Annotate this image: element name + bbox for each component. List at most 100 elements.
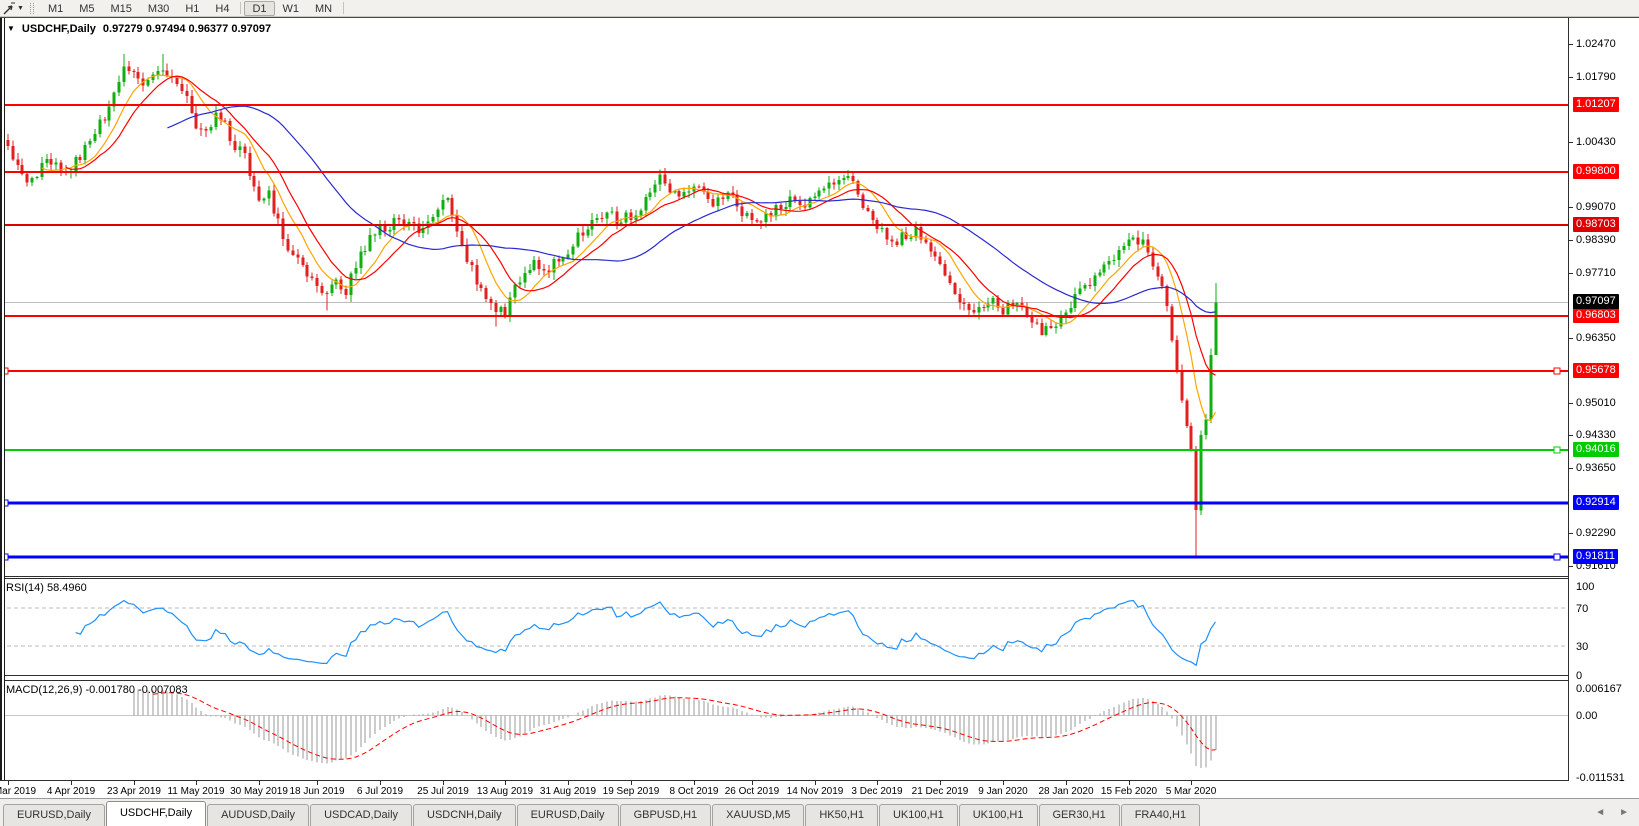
- rsi-label: RSI(14) 58.4960: [6, 582, 87, 594]
- chart-tab-xauusd-m5[interactable]: XAUUSD,M5: [712, 804, 804, 826]
- tab-scroll-controls: ◄►: [1595, 807, 1639, 818]
- rsi-panel[interactable]: RSI(14) 58.4960: [0, 579, 1568, 675]
- axis-tick-mark: [1569, 207, 1573, 208]
- chart-tab-ger30-h1[interactable]: GER30,H1: [1039, 804, 1120, 826]
- timeframe-button-h4[interactable]: H4: [207, 1, 237, 16]
- date-label: 13 Aug 2019: [469, 786, 541, 797]
- chart-tab-hk50-h1[interactable]: HK50,H1: [805, 804, 878, 826]
- date-tick-mark: [815, 781, 816, 785]
- line-drag-handle[interactable]: [1554, 554, 1560, 560]
- date-label: 3 Dec 2019: [841, 786, 913, 797]
- chart-ohlc-values: 0.97279 0.97494 0.96377 0.97097: [103, 23, 271, 35]
- axis-tick-mark: [1569, 273, 1573, 274]
- price-chart-panel[interactable]: ▼ USDCHF,Daily 0.97279 0.97494 0.96377 0…: [0, 18, 1568, 576]
- chart-tab-eurusd-daily[interactable]: EURUSD,Daily: [517, 804, 619, 826]
- level-price-label: 0.94016: [1573, 442, 1619, 457]
- axis-tick-mark: [1569, 468, 1573, 469]
- date-tick-mark: [877, 781, 878, 785]
- rsi-scale-label: 30: [1576, 640, 1588, 654]
- price-tick-label: 0.96350: [1576, 331, 1616, 345]
- chart-tab-usdchf-daily[interactable]: USDCHF,Daily: [106, 801, 206, 826]
- toolbar-grip[interactable]: [30, 3, 34, 14]
- chart-window: ▼ USDCHF,Daily 0.97279 0.97494 0.96377 0…: [0, 17, 1639, 798]
- axis-tick-mark: [1569, 533, 1573, 534]
- date-label: 11 May 2019: [160, 786, 232, 797]
- level-price-label: 0.91811: [1573, 549, 1618, 564]
- panel-divider[interactable]: [0, 675, 1569, 681]
- date-tick-mark: [940, 781, 941, 785]
- top-toolbar: ▼ M1M5M15M30H1H4 D1W1MN: [0, 0, 1639, 17]
- chart-tab-bar: EURUSD,DailyUSDCHF,DailyAUDUSD,DailyUSDC…: [0, 798, 1639, 826]
- price-tick-label: 1.01790: [1576, 70, 1616, 84]
- tab-scroll-left-icon[interactable]: ◄: [1595, 807, 1605, 818]
- timeframe-button-d1[interactable]: D1: [244, 1, 274, 16]
- chart-symbol-label: USDCHF,Daily: [22, 23, 96, 35]
- date-label: 6 Jul 2019: [344, 786, 416, 797]
- date-tick-mark: [196, 781, 197, 785]
- rsi-scale-label: 0: [1576, 669, 1582, 683]
- price-axis[interactable]: 1.024701.017901.004300.990700.983900.977…: [1568, 18, 1639, 780]
- timeframe-button-h1[interactable]: H1: [177, 1, 207, 16]
- date-label: 5 Mar 2020: [1155, 786, 1227, 797]
- date-tick-mark: [1003, 781, 1004, 785]
- axis-tick-mark: [1569, 142, 1573, 143]
- axis-tick-mark: [1569, 338, 1573, 339]
- price-tick-label: 0.98390: [1576, 233, 1616, 247]
- chart-tab-gbpusd-h1[interactable]: GBPUSD,H1: [620, 804, 712, 826]
- axis-tick-mark: [1569, 240, 1573, 241]
- panel-divider[interactable]: [0, 576, 1569, 579]
- timeframe-button-mn[interactable]: MN: [307, 1, 340, 16]
- timeframe-button-w1[interactable]: W1: [275, 1, 308, 16]
- date-label: 21 Dec 2019: [904, 786, 976, 797]
- chart-tab-usdcnh-daily[interactable]: USDCNH,Daily: [413, 804, 516, 826]
- level-price-label: 0.96803: [1573, 308, 1619, 323]
- candlestick-chart[interactable]: [0, 18, 1568, 576]
- date-tick-mark: [134, 781, 135, 785]
- price-tick-label: 1.00430: [1576, 135, 1616, 149]
- chart-tab-audusd-daily[interactable]: AUDUSD,Daily: [207, 804, 309, 826]
- chart-tab-uk100-h1[interactable]: UK100,H1: [959, 804, 1038, 826]
- toolbar-separator: [240, 2, 241, 14]
- chart-tab-uk100-h1[interactable]: UK100,H1: [879, 804, 958, 826]
- window-left-frame: [0, 18, 5, 780]
- macd-plot[interactable]: [0, 681, 1568, 780]
- axis-tick-mark: [1569, 435, 1573, 436]
- date-tick-mark: [317, 781, 318, 785]
- price-tick-label: 0.93650: [1576, 461, 1616, 475]
- level-price-label: 0.98703: [1573, 217, 1619, 232]
- last-price-label: 0.97097: [1573, 294, 1619, 309]
- chart-tab-eurusd-daily[interactable]: EURUSD,Daily: [3, 804, 105, 826]
- date-axis[interactable]: 16 Mar 20194 Apr 201923 Apr 201911 May 2…: [0, 781, 1639, 799]
- line-drag-handle[interactable]: [1554, 447, 1560, 453]
- date-tick-mark: [8, 781, 9, 785]
- dropdown-caret-icon[interactable]: ▼: [17, 5, 24, 12]
- candlesticks: [7, 54, 1218, 556]
- date-label: 19 Sep 2019: [595, 786, 667, 797]
- timeframe-button-m30[interactable]: M30: [140, 1, 177, 16]
- chart-tab-usdcad-daily[interactable]: USDCAD,Daily: [310, 804, 412, 826]
- macd-scale-label: -0.011531: [1576, 771, 1625, 785]
- timeframe-button-m15[interactable]: M15: [103, 1, 140, 16]
- macd-panel[interactable]: MACD(12,26,9) -0.001780 -0.007083: [0, 681, 1568, 780]
- date-label: 26 Oct 2019: [716, 786, 788, 797]
- date-tick-mark: [380, 781, 381, 785]
- draw-tool-icon[interactable]: [1, 1, 17, 16]
- tab-scroll-right-icon[interactable]: ►: [1619, 807, 1629, 818]
- axis-tick-mark: [1569, 403, 1573, 404]
- date-tick-mark: [71, 781, 72, 785]
- axis-tick-mark: [1569, 566, 1573, 567]
- timeframe-button-m5[interactable]: M5: [71, 1, 102, 16]
- rsi-scale-label: 100: [1576, 580, 1594, 594]
- macd-scale-label: 0.00: [1576, 709, 1597, 723]
- collapse-triangle-icon[interactable]: ▼: [7, 24, 15, 34]
- toolbar-separator: [343, 2, 344, 14]
- ma-fast-orange: [42, 75, 1216, 421]
- date-tick-mark: [505, 781, 506, 785]
- rsi-plot[interactable]: [0, 579, 1568, 675]
- timeframe-button-m1[interactable]: M1: [40, 1, 71, 16]
- date-tick-mark: [752, 781, 753, 785]
- date-tick-mark: [568, 781, 569, 785]
- chart-tab-fra40-h1[interactable]: FRA40,H1: [1121, 804, 1200, 826]
- line-drag-handle[interactable]: [1554, 368, 1560, 374]
- price-tick-label: 0.99070: [1576, 200, 1616, 214]
